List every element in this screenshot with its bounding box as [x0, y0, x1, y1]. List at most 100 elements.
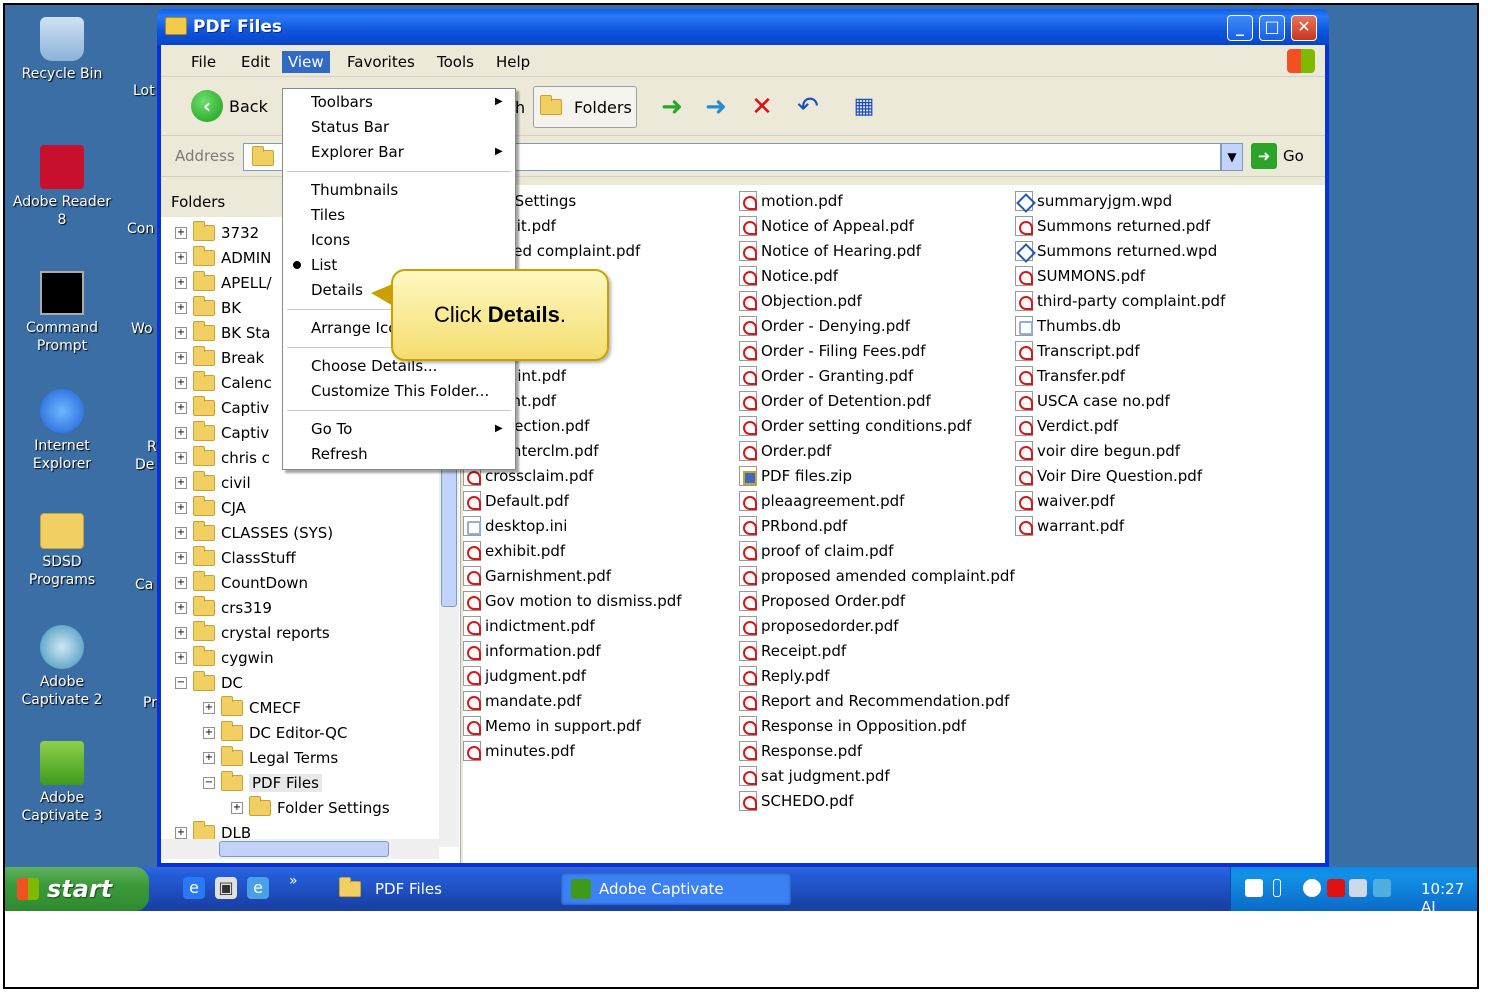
- file-item[interactable]: pleaagreement.pdf: [739, 489, 904, 513]
- folder-tree-item[interactable]: + DC Editor-QC: [203, 721, 347, 745]
- folder-tree-item[interactable]: + CMECF: [203, 696, 301, 720]
- file-item[interactable]: Thumbs.db: [1015, 314, 1121, 338]
- expand-icon[interactable]: +: [203, 727, 215, 739]
- folder-tree-item[interactable]: + BK Sta: [175, 321, 271, 345]
- expand-icon[interactable]: +: [175, 502, 187, 514]
- file-item[interactable]: Order.pdf: [739, 439, 831, 463]
- file-item[interactable]: warrant.pdf: [1015, 514, 1124, 538]
- desktop-icon-command-prompt[interactable]: Command Prompt: [7, 271, 117, 355]
- expand-icon[interactable]: +: [175, 402, 187, 414]
- folder-tree-item[interactable]: + chris c: [175, 446, 270, 470]
- file-item[interactable]: proof of claim.pdf: [739, 539, 893, 563]
- expand-icon[interactable]: +: [175, 327, 187, 339]
- file-item[interactable]: Proposed Order.pdf: [739, 589, 905, 613]
- file-item[interactable]: Verdict.pdf: [1015, 414, 1118, 438]
- expand-icon[interactable]: +: [175, 477, 187, 489]
- menu-item-icons[interactable]: Icons: [311, 231, 350, 249]
- expand-icon[interactable]: +: [175, 627, 187, 639]
- file-item[interactable]: Response in Opposition.pdf: [739, 714, 966, 738]
- folder-tree-item[interactable]: − DC: [175, 671, 243, 695]
- desktop-quicklaunch-icon[interactable]: ▣: [215, 877, 237, 899]
- folder-tree-item[interactable]: + crystal reports: [175, 621, 330, 645]
- expand-icon[interactable]: +: [175, 602, 187, 614]
- record-icon[interactable]: [1327, 879, 1345, 897]
- taskbar-button-adobe-captivate[interactable]: Adobe Captivate: [561, 873, 791, 905]
- file-item[interactable]: proposedorder.pdf: [739, 614, 899, 638]
- expand-icon[interactable]: +: [175, 302, 187, 314]
- folder-tree-item[interactable]: + Captiv: [175, 421, 269, 445]
- folders-button[interactable]: Folders: [533, 86, 637, 128]
- file-item[interactable]: Default.pdf: [463, 489, 569, 513]
- file-item[interactable]: desktop.ini: [463, 514, 567, 538]
- undo-icon[interactable]: ↶: [793, 92, 823, 122]
- delete-icon[interactable]: ✕: [747, 92, 777, 122]
- folder-tree-item[interactable]: + Calenc: [175, 371, 272, 395]
- folder-tree-item[interactable]: + CountDown: [175, 571, 308, 595]
- file-item[interactable]: exhibit.pdf: [463, 539, 565, 563]
- file-item[interactable]: SCHEDO.pdf: [739, 789, 854, 813]
- help-icon[interactable]: [1245, 879, 1263, 897]
- file-item[interactable]: motion.pdf: [739, 189, 843, 213]
- maximize-button[interactable]: □: [1259, 15, 1285, 41]
- folder-tree-item[interactable]: + ClassStuff: [175, 546, 296, 570]
- file-item[interactable]: proposed amended complaint.pdf: [739, 564, 1015, 588]
- file-item[interactable]: Notice of Hearing.pdf: [739, 239, 921, 263]
- menu-item-status-bar[interactable]: Status Bar: [311, 118, 389, 136]
- expand-icon[interactable]: +: [175, 452, 187, 464]
- file-item[interactable]: Response.pdf: [739, 739, 862, 763]
- menu-tools[interactable]: Tools: [431, 51, 480, 73]
- folder-tree-item[interactable]: +3732: [175, 221, 259, 245]
- menu-item-tiles[interactable]: Tiles: [311, 206, 345, 224]
- collapse-icon[interactable]: −: [203, 777, 215, 789]
- folder-tree-item[interactable]: + CLASSES (SYS): [175, 521, 333, 545]
- expand-icon[interactable]: +: [203, 752, 215, 764]
- folder-tree-item[interactable]: + crs319: [175, 596, 272, 620]
- folder-tree-item[interactable]: + CJA: [175, 496, 246, 520]
- tray-expand-icon[interactable]: [1303, 879, 1321, 897]
- title-bar[interactable]: PDF Files _ □ ✕: [157, 9, 1329, 45]
- desktop-icon-adobe-captivate-3[interactable]: Adobe Captivate 3: [7, 741, 117, 825]
- menu-help[interactable]: Help: [490, 51, 536, 73]
- taskbar-button-pdf-files[interactable]: PDF Files: [329, 873, 557, 905]
- expand-icon[interactable]: +: [175, 352, 187, 364]
- expand-icon[interactable]: +: [175, 527, 187, 539]
- file-item[interactable]: Receipt.pdf: [739, 639, 846, 663]
- file-item[interactable]: Transcript.pdf: [1015, 339, 1140, 363]
- menu-item-list[interactable]: List: [311, 256, 337, 274]
- address-dropdown-icon[interactable]: ▼: [1221, 143, 1243, 171]
- expand-icon[interactable]: +: [175, 827, 187, 839]
- move-to-icon[interactable]: ➜: [657, 92, 687, 122]
- folder-tree-item[interactable]: + Legal Terms: [203, 746, 338, 770]
- folder-tree-item[interactable]: + cygwin: [175, 646, 274, 670]
- folder-tree-item[interactable]: + civil: [175, 471, 251, 495]
- ie-quicklaunch-icon[interactable]: e: [183, 877, 205, 899]
- file-item[interactable]: Report and Recommendation.pdf: [739, 689, 1009, 713]
- file-item[interactable]: Reply.pdf: [739, 664, 830, 688]
- close-button[interactable]: ✕: [1291, 15, 1317, 41]
- file-item[interactable]: indictment.pdf: [463, 614, 595, 638]
- file-item[interactable]: Voir Dire Question.pdf: [1015, 464, 1202, 488]
- desktop-icon-internet-explorer[interactable]: Internet Explorer: [7, 389, 117, 473]
- copy-to-icon[interactable]: ➜: [701, 92, 731, 122]
- expand-icon[interactable]: +: [203, 702, 215, 714]
- quicklaunch-overflow-icon[interactable]: »: [289, 873, 298, 889]
- menu-item-explorer-bar[interactable]: Explorer Bar: [311, 143, 404, 161]
- file-item[interactable]: Garnishment.pdf: [463, 564, 611, 588]
- minimize-button[interactable]: _: [1227, 15, 1253, 41]
- expand-icon[interactable]: +: [175, 577, 187, 589]
- expand-icon[interactable]: +: [231, 802, 243, 814]
- file-item[interactable]: PRbond.pdf: [739, 514, 847, 538]
- back-button[interactable]: ‹ Back: [191, 88, 268, 124]
- file-item[interactable]: SUMMONS.pdf: [1015, 264, 1145, 288]
- go-button[interactable]: ➜ Go: [1251, 143, 1304, 169]
- expand-icon[interactable]: +: [175, 252, 187, 264]
- desktop-icon-recycle-bin[interactable]: Recycle Bin: [7, 17, 117, 83]
- expand-icon[interactable]: +: [175, 427, 187, 439]
- scrollbar-thumb[interactable]: [219, 841, 389, 857]
- monitor-icon[interactable]: [1349, 879, 1367, 897]
- file-item[interactable]: Gov motion to dismiss.pdf: [463, 589, 682, 613]
- file-item[interactable]: Order - Granting.pdf: [739, 364, 913, 388]
- folder-tree-item[interactable]: + Break: [175, 346, 264, 370]
- file-item[interactable]: voir dire begun.pdf: [1015, 439, 1180, 463]
- file-item[interactable]: USCA case no.pdf: [1015, 389, 1170, 413]
